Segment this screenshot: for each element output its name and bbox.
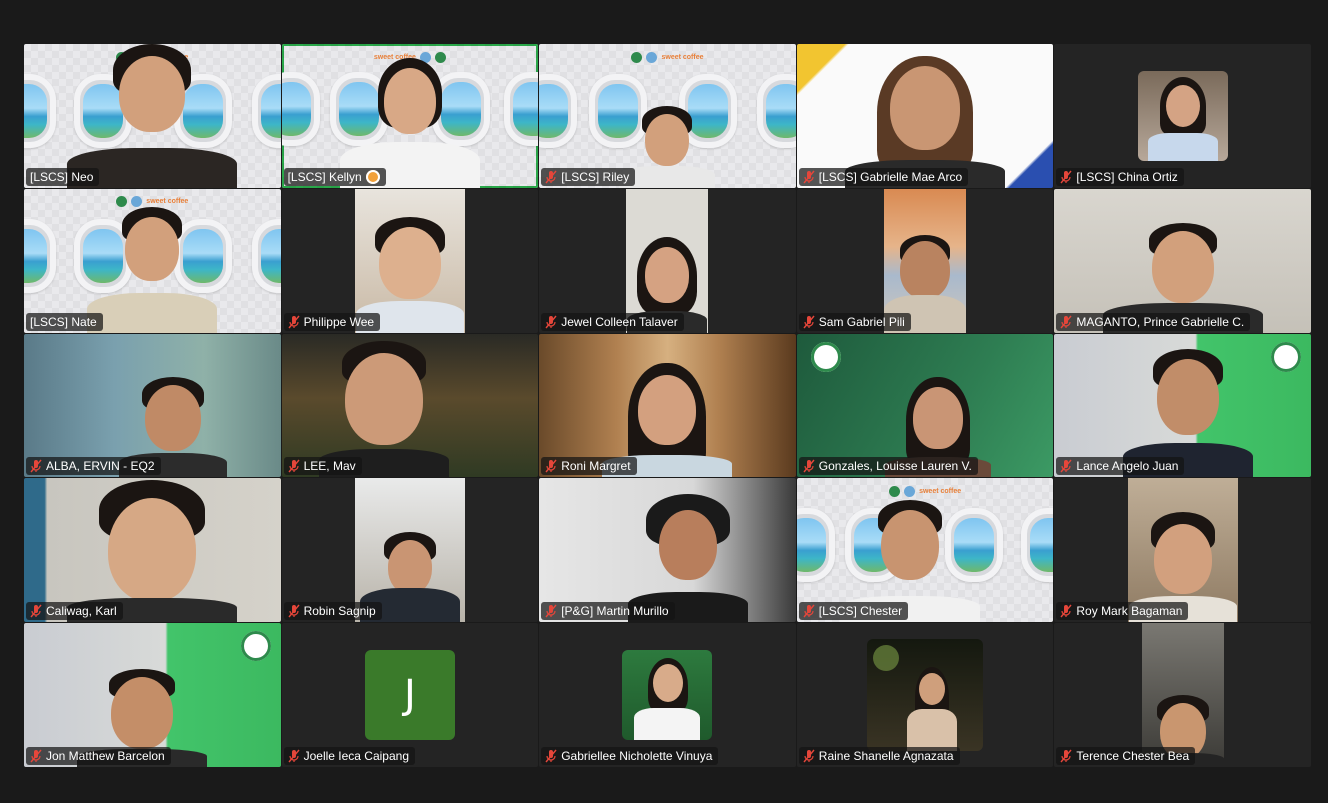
participant-name-label: [LSCS] Neo xyxy=(26,167,100,186)
participant-tile[interactable]: Terence Chester Bea xyxy=(1054,623,1311,767)
participant-tile[interactable]: [P&G] Martin Murillo xyxy=(539,478,796,623)
university-seal xyxy=(1271,341,1301,372)
muted-mic-icon xyxy=(30,749,42,763)
participant-name-label: [LSCS] Kellyn xyxy=(283,167,386,186)
participant-tile[interactable]: LEE, Mav xyxy=(281,333,539,478)
muted-mic-icon xyxy=(545,170,557,184)
participant-tile[interactable]: sweet coffee [LSCS] Chester xyxy=(796,478,1054,623)
participant-name-label: Jon Matthew Barcelon xyxy=(26,747,171,765)
participant-video xyxy=(82,206,222,333)
video-gallery-grid: sweet coffee [LSCS] Neo sweet coffee [LS… xyxy=(24,44,1311,767)
muted-mic-icon xyxy=(1060,170,1072,184)
participant-name-label: Gabriellee Nicholette Vinuya xyxy=(541,747,719,765)
participant-name-label: Roni Margret xyxy=(541,457,637,476)
participant-video xyxy=(67,480,238,623)
participant-tile[interactable]: ALBA, ERVIN - EQ2 xyxy=(24,333,281,478)
participant-name-label: [LSCS] Riley xyxy=(541,167,636,186)
muted-mic-icon xyxy=(545,459,557,473)
participant-name-label: [P&G] Martin Murillo xyxy=(541,602,675,621)
participant-tile[interactable]: Jewel Colleen Talaver xyxy=(539,188,796,333)
participant-tile[interactable]: Jon Matthew Barcelon xyxy=(24,623,281,767)
muted-mic-icon xyxy=(545,604,557,618)
participant-name-label: Sam Gabriel Pili xyxy=(798,312,911,331)
participant-name-label: Jewel Colleen Talaver xyxy=(541,312,684,331)
participant-name-label: [LSCS] Gabrielle Mae Arco xyxy=(798,167,969,186)
participant-tile-no-video[interactable]: J Joelle Ieca Caipang xyxy=(281,623,539,767)
profile-photo-avatar xyxy=(867,639,984,752)
participant-tile[interactable]: Philippe Wee xyxy=(281,188,539,333)
muted-mic-icon xyxy=(30,459,42,473)
event-branding: sweet coffee xyxy=(889,484,979,498)
participant-tile[interactable]: Gonzales, Louisse Lauren V. xyxy=(796,333,1054,478)
muted-mic-icon xyxy=(545,315,557,329)
event-branding: sweet coffee xyxy=(631,50,721,64)
participant-tile[interactable]: sweet coffee [LSCS] Nate xyxy=(24,188,281,333)
participant-name-label: Raine Shanelle Agnazata xyxy=(798,747,960,765)
muted-mic-icon xyxy=(30,604,42,618)
muted-mic-icon xyxy=(803,749,815,763)
initial-avatar: J xyxy=(364,650,455,741)
participant-name-label: MAGANTO, Prince Gabrielle C. xyxy=(1056,312,1251,331)
participant-video xyxy=(1127,478,1238,623)
participant-name-label: Terence Chester Bea xyxy=(1056,747,1196,765)
participant-video xyxy=(354,188,465,333)
participant-tile[interactable]: MAGANTO, Prince Gabrielle C. xyxy=(1054,188,1311,333)
muted-mic-icon xyxy=(1060,459,1072,473)
participant-video xyxy=(354,478,465,623)
participant-tile[interactable]: Caliwag, Karl xyxy=(24,478,281,623)
reaction-icon xyxy=(365,169,380,184)
participant-name-label: LEE, Mav xyxy=(283,457,362,476)
muted-mic-icon xyxy=(288,604,300,618)
participant-name-label: Caliwag, Karl xyxy=(26,602,123,621)
participant-tile[interactable]: Robin Sagnip xyxy=(281,478,539,623)
participant-video xyxy=(840,48,1010,188)
participant-tile-no-video[interactable]: Raine Shanelle Agnazata xyxy=(796,623,1054,767)
participant-tile-no-video[interactable]: Gabriellee Nicholette Vinuya xyxy=(539,623,796,767)
profile-photo-avatar xyxy=(622,650,713,741)
muted-mic-icon xyxy=(803,315,815,329)
muted-mic-icon xyxy=(288,749,300,763)
participant-tile[interactable]: Sam Gabriel Pili xyxy=(796,188,1054,333)
participant-name-label: Joelle Ieca Caipang xyxy=(283,747,415,765)
participant-name-label: [LSCS] China Ortiz xyxy=(1056,167,1184,186)
participant-name-label: Robin Sagnip xyxy=(283,602,382,621)
participant-video xyxy=(62,44,242,188)
participant-video xyxy=(884,188,967,333)
participant-name-label: [LSCS] Chester xyxy=(798,602,909,621)
muted-mic-icon xyxy=(288,315,300,329)
participant-name-label: Philippe Wee xyxy=(283,312,381,331)
participant-name-label: ALBA, ERVIN - EQ2 xyxy=(26,457,161,476)
participant-name-label: Lance Angelo Juan xyxy=(1056,457,1185,476)
muted-mic-icon xyxy=(1060,604,1072,618)
muted-mic-icon xyxy=(288,459,300,473)
muted-mic-icon xyxy=(1060,315,1072,329)
muted-mic-icon xyxy=(803,170,815,184)
university-seal xyxy=(240,631,271,662)
participant-tile[interactable]: sweet coffee [LSCS] Neo xyxy=(24,44,281,188)
muted-mic-icon xyxy=(545,749,557,763)
participant-tile[interactable]: [LSCS] China Ortiz xyxy=(1054,44,1311,188)
participant-tile[interactable]: [LSCS] Gabrielle Mae Arco xyxy=(796,44,1054,188)
participant-name-label: Gonzales, Louisse Lauren V. xyxy=(798,457,978,476)
participant-tile[interactable]: sweet coffee [LSCS] Riley xyxy=(539,44,796,188)
profile-photo-avatar xyxy=(1137,70,1228,161)
muted-mic-icon xyxy=(803,604,815,618)
muted-mic-icon xyxy=(1060,749,1072,763)
participant-video xyxy=(1141,623,1224,767)
university-seal xyxy=(810,341,841,372)
participant-tile-active-speaker[interactable]: sweet coffee [LSCS] Kellyn xyxy=(281,44,539,188)
muted-mic-icon xyxy=(803,459,815,473)
participant-tile[interactable]: Roni Margret xyxy=(539,333,796,478)
participant-tile[interactable]: Roy Mark Bagaman xyxy=(1054,478,1311,623)
participant-video xyxy=(626,188,709,333)
participant-name-label: Roy Mark Bagaman xyxy=(1056,602,1189,621)
participant-name-label: [LSCS] Nate xyxy=(26,312,103,331)
participant-tile[interactable]: Lance Angelo Juan xyxy=(1054,333,1311,478)
